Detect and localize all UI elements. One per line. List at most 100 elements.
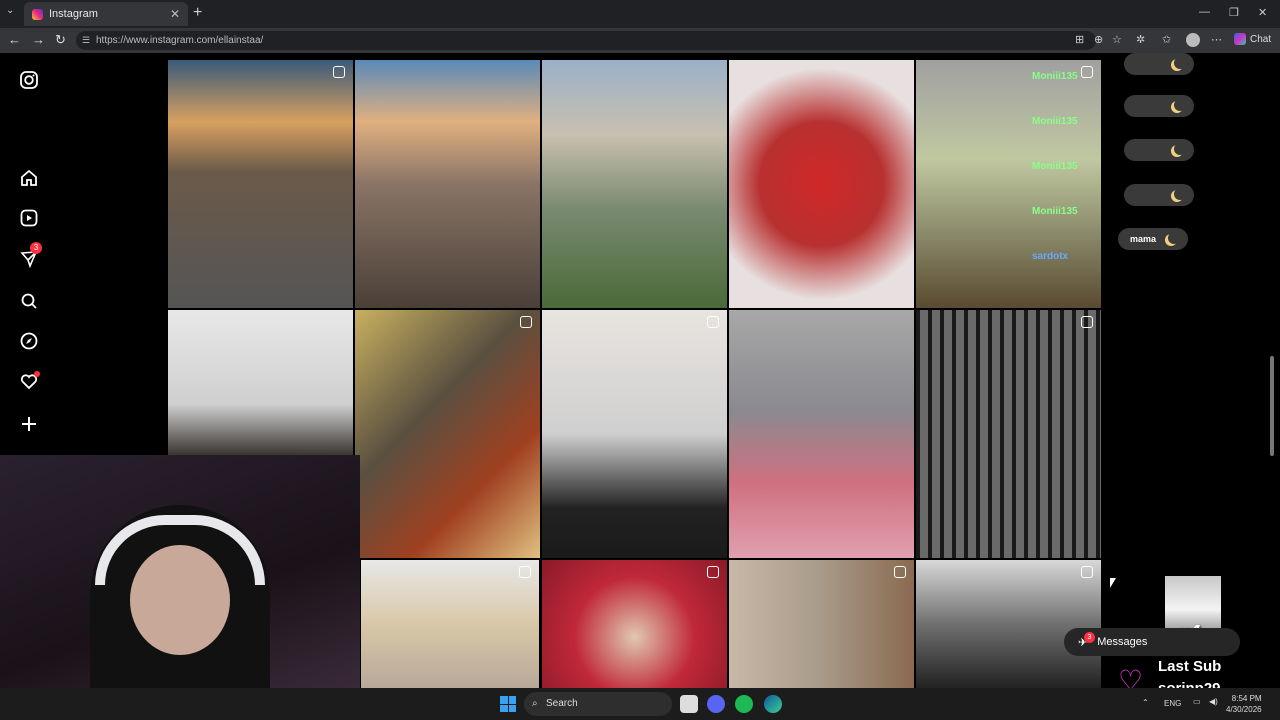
back-arrow-icon[interactable]: ← <box>8 32 21 47</box>
file-explorer-icon[interactable] <box>680 695 698 713</box>
windows-taskbar: ⌕ Search ⌃ ENG ▭ ◀) 8:54 PM 4/30/2026 <box>0 688 1280 720</box>
chat-row <box>1124 184 1194 206</box>
post-thumbnail[interactable] <box>916 310 1101 558</box>
carousel-icon <box>1081 566 1093 578</box>
carousel-icon <box>1081 66 1093 78</box>
copilot-icon <box>1234 33 1246 45</box>
tab-instagram[interactable]: Instagram ✕ <box>24 2 188 26</box>
moon-icon <box>1174 57 1186 69</box>
chat-username: Moniii135 <box>1032 161 1078 172</box>
chat-row: mama <box>1118 228 1188 250</box>
language-indicator[interactable]: ENG <box>1164 699 1181 708</box>
reel-icon <box>894 566 906 578</box>
forward-arrow-icon[interactable]: → <box>32 32 45 47</box>
reel-icon <box>520 316 532 328</box>
url-text: https://www.instagram.com/ellainstaa/ <box>96 35 264 46</box>
post-thumbnail[interactable] <box>355 60 540 308</box>
discord-icon[interactable] <box>707 695 725 713</box>
home-icon[interactable] <box>18 167 40 189</box>
moon-icon <box>1174 143 1186 155</box>
profile-avatar[interactable] <box>1186 33 1200 47</box>
chat-username: Moniii135 <box>1032 116 1078 127</box>
search-icon[interactable] <box>18 290 40 312</box>
new-tab-button[interactable]: + <box>193 4 202 22</box>
favorites-icon[interactable]: ✩ <box>1162 33 1171 46</box>
chat-label: Chat <box>1250 33 1272 45</box>
post-thumbnail[interactable] <box>355 310 540 558</box>
chat-row <box>1124 95 1194 117</box>
network-icon[interactable]: ▭ <box>1193 697 1201 706</box>
tab-title: Instagram <box>49 8 98 20</box>
messages-badge: 3 <box>1084 632 1095 643</box>
mouse-cursor-icon <box>1110 578 1116 588</box>
browser-toolbar: ← → ↻ ☰ https://www.instagram.com/ellain… <box>0 28 1280 53</box>
carousel-icon <box>333 66 345 78</box>
tab-close-icon[interactable]: ✕ <box>170 7 180 21</box>
post-thumbnail[interactable] <box>916 560 1101 688</box>
windows-start-icon[interactable] <box>500 696 516 712</box>
site-info-icon[interactable]: ☰ <box>82 31 90 50</box>
zoom-icon[interactable]: ⊕ <box>1094 33 1103 46</box>
carousel-icon <box>707 316 719 328</box>
last-sub-label: Last Sub <box>1158 658 1222 675</box>
refresh-icon[interactable]: ↻ <box>55 32 66 48</box>
reels-icon[interactable] <box>18 207 40 229</box>
messages-label: Messages <box>1097 636 1148 648</box>
chat-username: sardotx <box>1032 251 1069 262</box>
taskbar-clock[interactable]: 8:54 PM 4/30/2026 <box>1226 693 1262 715</box>
notifications-heart-icon[interactable] <box>18 371 40 393</box>
minimize-button[interactable]: — <box>1199 6 1210 18</box>
moon-icon <box>1174 188 1186 200</box>
chat-row-label: mama <box>1130 234 1157 244</box>
tab-list-chevron-icon[interactable]: ⌄ <box>6 5 14 16</box>
carousel-icon <box>519 566 531 578</box>
app-available-icon[interactable]: ⊞ <box>1075 33 1084 46</box>
post-thumbnail[interactable] <box>168 310 353 455</box>
chat-username: Moniii135 <box>1032 206 1078 217</box>
instagram-sidebar: 3 <box>0 53 60 453</box>
more-menu-icon[interactable]: ⋯ <box>1211 33 1222 46</box>
close-window-button[interactable]: ✕ <box>1258 6 1267 19</box>
post-thumbnail[interactable] <box>168 60 353 308</box>
notification-dot <box>34 371 40 377</box>
taskbar-search-label: Search <box>546 698 578 709</box>
post-thumbnail[interactable] <box>729 60 914 308</box>
chat-row <box>1124 53 1194 75</box>
post-thumbnail[interactable] <box>729 310 914 558</box>
chat-username: Moniii135 <box>1032 71 1078 82</box>
address-bar[interactable]: ☰ https://www.instagram.com/ellainstaa/ <box>76 31 1096 50</box>
moon-icon <box>1168 232 1180 244</box>
instagram-favicon-icon <box>32 8 43 20</box>
chat-row <box>1124 139 1194 161</box>
stream-chat-overlay: mama <box>1104 53 1214 258</box>
tray-chevron-icon[interactable]: ⌃ <box>1142 698 1149 707</box>
chat-usernames: Moniii135 Moniii135 Moniii135 Moniii135 … <box>968 54 1078 279</box>
post-thumbnail[interactable] <box>542 310 727 558</box>
scrollbar[interactable] <box>1270 356 1274 456</box>
messages-button[interactable]: ✈ 3 Messages <box>1064 628 1240 656</box>
post-thumbnail[interactable] <box>729 560 914 688</box>
taskbar-search[interactable]: ⌕ Search <box>524 692 672 716</box>
post-thumbnail[interactable] <box>542 60 727 308</box>
post-thumbnail[interactable] <box>542 560 727 688</box>
instagram-logo-icon[interactable] <box>18 69 40 91</box>
restore-button[interactable]: ❐ <box>1229 6 1239 19</box>
search-icon: ⌕ <box>532 698 538 709</box>
extensions-icon[interactable]: ✲ <box>1136 33 1145 46</box>
spotify-icon[interactable] <box>735 695 753 713</box>
volume-icon[interactable]: ◀) <box>1209 697 1218 706</box>
direct-messages-icon[interactable]: 3 <box>18 242 42 270</box>
explore-compass-icon[interactable] <box>18 330 40 352</box>
edge-browser-icon[interactable] <box>764 695 782 713</box>
clock-date: 4/30/2026 <box>1226 705 1262 714</box>
carousel-icon <box>707 566 719 578</box>
messages-badge: 3 <box>30 242 42 254</box>
streamer-webcam <box>0 455 360 688</box>
clock-time: 8:54 PM <box>1231 694 1262 703</box>
post-thumbnail[interactable] <box>361 560 539 688</box>
favorite-star-icon[interactable]: ☆ <box>1112 33 1122 46</box>
reel-icon <box>1081 316 1093 328</box>
create-plus-icon[interactable] <box>18 413 40 435</box>
moon-icon <box>1174 99 1186 111</box>
copilot-chat-button[interactable]: Chat <box>1234 33 1271 45</box>
